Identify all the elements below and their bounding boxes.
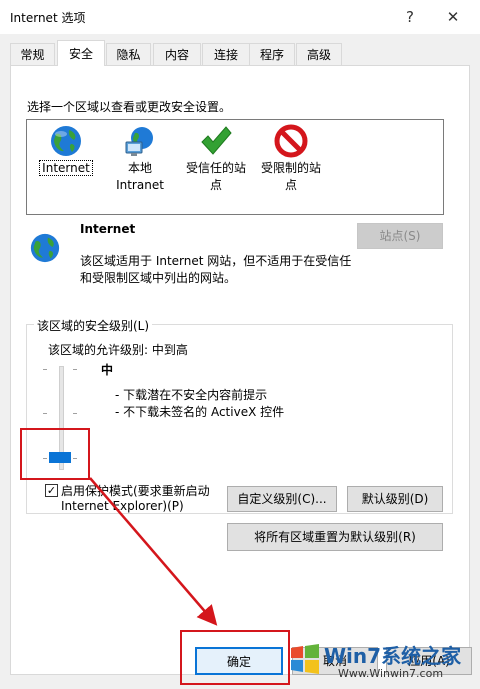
tab-advanced[interactable]: 高级 <box>296 43 342 65</box>
tab-connections[interactable]: 连接 <box>202 43 250 65</box>
zone-label-line2: Intranet <box>116 178 164 192</box>
watermark-brand: Win7系统之家 <box>324 644 462 668</box>
local-intranet-icon <box>125 127 153 156</box>
annotation-slider-highlight <box>20 428 90 480</box>
level-name: 中 <box>101 363 114 377</box>
zone-label-line2: 点 <box>284 178 297 192</box>
watermark: Win7系统之家 Www.Winwin7.com <box>288 640 474 686</box>
zone-description: 该区域适用于 Internet 网站，但不适用于在受信任 <box>80 254 352 268</box>
zone-label: Internet <box>39 160 93 176</box>
protected-mode-label-line2: Internet Explorer)(P) <box>61 499 184 513</box>
zone-label-line2: 点 <box>209 178 222 192</box>
security-level-group-title: 该区域的安全级别(L) <box>34 317 153 334</box>
zone-label: 本地 <box>127 161 152 175</box>
zone-label: 受限制的站 <box>260 161 321 175</box>
level-point: - 不下载未签名的 ActiveX 控件 <box>115 405 285 419</box>
restricted-icon <box>274 124 308 158</box>
watermark-url: Www.Winwin7.com <box>338 667 444 680</box>
custom-level-button[interactable]: 自定义级别(C)... <box>227 486 337 512</box>
tab-security[interactable]: 安全 <box>57 40 105 66</box>
allowed-levels-label: 该区域的允许级别: 中到高 <box>48 343 188 357</box>
slider-tick <box>43 413 47 414</box>
tab-privacy[interactable]: 隐私 <box>106 43 151 65</box>
slider-tick <box>73 413 77 414</box>
help-button[interactable]: ? <box>390 4 430 30</box>
globe-icon <box>30 233 60 263</box>
globe-icon <box>51 126 81 156</box>
reset-all-zones-button[interactable]: 将所有区域重置为默认级别(R) <box>227 523 443 551</box>
window-title: Internet 选项 <box>10 11 86 25</box>
tab-programs[interactable]: 程序 <box>249 43 295 65</box>
default-level-button[interactable]: 默认级别(D) <box>347 486 443 512</box>
sites-button[interactable]: 站点(S) <box>357 223 443 249</box>
title-bar: Internet 选项 ? ✕ <box>0 0 480 34</box>
zone-local-intranet[interactable]: 本地 Intranet <box>100 124 180 194</box>
tab-content[interactable]: 内容 <box>153 43 201 65</box>
checkmark-icon <box>201 126 232 155</box>
tab-general[interactable]: 常规 <box>10 43 55 65</box>
zone-title: Internet <box>80 222 136 236</box>
zone-internet[interactable]: Internet <box>26 124 106 177</box>
close-button[interactable]: ✕ <box>433 4 473 30</box>
annotation-ok-highlight <box>180 630 290 685</box>
zone-label: 受信任的站 <box>185 161 246 175</box>
zone-description-line2: 和受限制区域中列出的网站。 <box>80 271 237 285</box>
zone-prompt: 选择一个区域以查看或更改安全设置。 <box>27 100 232 114</box>
windows-logo-icon <box>291 644 319 674</box>
slider-tick <box>43 369 47 370</box>
zone-restricted-sites[interactable]: 受限制的站 点 <box>251 124 331 194</box>
zone-trusted-sites[interactable]: 受信任的站 点 <box>176 124 256 194</box>
protected-mode-checkbox[interactable]: ✓ <box>45 484 58 497</box>
level-point: - 下载潜在不安全内容前提示 <box>115 388 268 402</box>
protected-mode-label: 启用保护模式(要求重新启动 <box>61 484 210 498</box>
slider-tick <box>73 369 77 370</box>
